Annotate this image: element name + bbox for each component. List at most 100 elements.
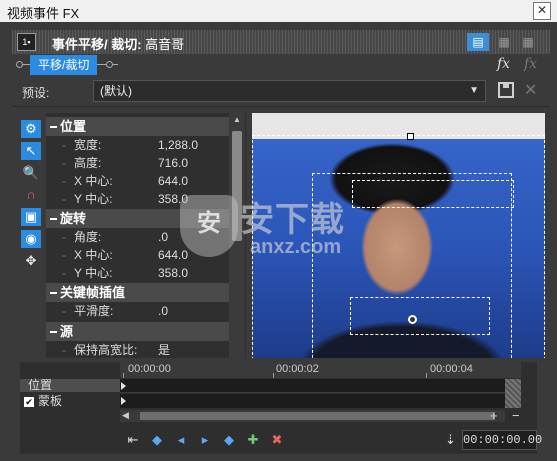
zoom-tool-icon[interactable]: 🔍 — [21, 164, 41, 182]
window-title: 视频事件 FX — [7, 6, 80, 21]
tick-label: 00:00:04 — [430, 363, 473, 375]
scrollbar-thumb[interactable] — [232, 131, 242, 241]
property-value[interactable]: 1,288.0 — [158, 136, 198, 154]
property-row[interactable]: X 中心: 644.0 — [46, 246, 229, 264]
preset-dropdown[interactable]: (默认) ▼ — [93, 80, 486, 102]
fx-header: 1▪ 事件平移/ 裁切: 高音哥 ▤ ▦ ▦ — [12, 30, 550, 54]
property-value[interactable]: .0 — [158, 302, 168, 320]
plugin-chooser-button[interactable]: fx — [497, 56, 517, 74]
delete-keyframe-icon[interactable]: ✖ — [268, 432, 286, 448]
sync-cursor-icon[interactable]: ⇤ — [124, 432, 142, 448]
section-title: 旋转 — [60, 211, 87, 226]
section-position[interactable]: 位置 — [46, 117, 229, 136]
chain-end-node — [106, 61, 113, 68]
property-row[interactable]: Y 中心: 358.0 — [46, 190, 229, 208]
track-mask[interactable]: ✔ 蒙板 — [20, 394, 120, 408]
property-row[interactable]: 宽度: 1,288.0 — [46, 136, 229, 154]
mask-checkbox[interactable]: ✔ — [24, 396, 34, 407]
property-row[interactable]: 高度: 716.0 — [46, 154, 229, 172]
property-value[interactable]: 716.0 — [158, 154, 188, 172]
resize-handle[interactable] — [407, 133, 414, 140]
section-keyframe-interpolation[interactable]: 关键帧插值 — [46, 283, 229, 302]
move-freely-icon[interactable]: ✥ — [21, 252, 41, 270]
section-title: 关键帧插值 — [60, 285, 126, 300]
keyframe-lane-mask[interactable] — [120, 394, 505, 408]
property-label: 高度: — [62, 154, 101, 172]
timeline-scrollbar[interactable]: ◀ — [120, 410, 505, 422]
time-display[interactable]: 00:00:00.00 — [462, 430, 542, 450]
mask-region-top[interactable] — [352, 180, 514, 208]
header-title: 事件平移/ 裁切: 高音哥 — [52, 34, 184, 53]
header-title-label: 事件平移/ 裁切: — [52, 37, 142, 52]
properties-scrollbar[interactable]: ▲ — [229, 113, 245, 358]
close-button[interactable]: ✕ — [533, 2, 551, 20]
scroll-left-icon[interactable]: ◀ — [122, 410, 129, 421]
keyframe-lane-position[interactable] — [120, 379, 505, 393]
property-label: X 中心: — [62, 172, 113, 190]
mask-region-mouth[interactable] — [350, 297, 490, 335]
property-value[interactable]: 644.0 — [158, 246, 188, 264]
property-row[interactable]: Y 中心: 358.0 — [46, 264, 229, 282]
magnet-snap-icon[interactable]: ∩ — [21, 186, 41, 204]
list-view-button[interactable]: ▤ — [467, 33, 489, 51]
fx-chain-icon[interactable]: 1▪ — [17, 33, 36, 51]
aspect-lock-icon[interactable]: ▣ — [21, 208, 41, 226]
tile-view-button[interactable]: ▦ — [517, 33, 539, 51]
plugin-chain: 平移/裁切 fx fx — [12, 54, 550, 76]
scroll-up-icon[interactable]: ▲ — [229, 115, 245, 127]
chevron-down-icon: ▼ — [469, 85, 479, 96]
last-keyframe-icon[interactable]: ◆ — [220, 432, 238, 448]
property-value[interactable]: 358.0 — [158, 264, 188, 282]
first-keyframe-icon[interactable]: ◆ — [148, 432, 166, 448]
property-label: 宽度: — [62, 136, 101, 154]
delete-preset-icon[interactable]: ✕ — [524, 80, 537, 100]
settings-tool-icon[interactable]: ⚙ — [21, 120, 41, 138]
center-pivot-handle[interactable] — [408, 315, 417, 324]
grid-view-button[interactable]: ▦ — [493, 33, 515, 51]
property-row[interactable]: 平滑度: .0 — [46, 302, 229, 320]
property-label: 角度: — [62, 228, 101, 246]
properties-panel: 位置 宽度: 1,288.0 高度: 716.0 X 中心: 644.0 Y 中心: 3… — [46, 113, 246, 358]
tab-pan-crop[interactable]: 平移/裁切 — [30, 55, 98, 75]
property-label: Y 中心: — [62, 264, 113, 282]
property-label: Y 中心: — [62, 190, 113, 208]
section-rotation[interactable]: 旋转 — [46, 209, 229, 228]
scale-about-center-icon[interactable]: ◉ — [21, 230, 41, 248]
section-title: 源 — [60, 324, 74, 339]
zoom-out-button[interactable]: − — [512, 408, 520, 423]
section-title: 位置 — [60, 119, 87, 134]
save-preset-icon[interactable] — [498, 82, 514, 98]
section-source[interactable]: 源 — [46, 322, 229, 341]
title-bar: 视频事件 FX ✕ — [0, 0, 557, 22]
remove-plugin-button[interactable]: fx — [524, 56, 544, 74]
property-row[interactable]: 保持高宽比: 是 — [46, 341, 229, 358]
property-label: X 中心: — [62, 246, 113, 264]
property-row[interactable]: 角度: .0 — [46, 228, 229, 246]
lock-time-icon[interactable]: ⇣ — [445, 432, 456, 448]
keyframe-marker[interactable] — [121, 397, 126, 405]
property-value[interactable]: 644.0 — [158, 172, 188, 190]
tool-strip: ⚙ ↖ 🔍 ∩ ▣ ◉ ✥ — [18, 116, 44, 356]
tick-label: 00:00:00 — [128, 363, 171, 375]
chain-start-node — [16, 61, 23, 68]
pointer-tool-icon[interactable]: ↖ — [21, 142, 41, 160]
property-label: 保持高宽比: — [62, 341, 137, 358]
zoom-in-button[interactable]: + — [490, 408, 498, 423]
property-value[interactable]: 是 — [158, 341, 170, 358]
add-keyframe-icon[interactable]: ✚ — [244, 432, 262, 448]
prev-keyframe-icon[interactable]: ◂ — [172, 432, 190, 448]
next-keyframe-icon[interactable]: ▸ — [196, 432, 214, 448]
header-event-name: 高音哥 — [141, 37, 185, 52]
keyframe-timeline: 00:00:00 00:00:02 00:00:04 位置 ✔ 蒙板 ◀ + − … — [20, 362, 542, 454]
property-row[interactable]: X 中心: 644.0 — [46, 172, 229, 190]
track-position[interactable]: 位置 — [20, 379, 120, 392]
preset-label: 预设: — [22, 86, 50, 100]
keyframe-marker[interactable] — [121, 382, 126, 390]
property-value[interactable]: 358.0 — [158, 190, 188, 208]
property-value[interactable]: .0 — [158, 228, 168, 246]
scrollbar-thumb[interactable] — [140, 412, 495, 420]
preview-canvas[interactable] — [252, 113, 545, 358]
preset-value: (默认) — [100, 84, 132, 98]
divider — [12, 106, 550, 107]
time-ruler[interactable]: 00:00:00 00:00:02 00:00:04 — [120, 362, 521, 378]
